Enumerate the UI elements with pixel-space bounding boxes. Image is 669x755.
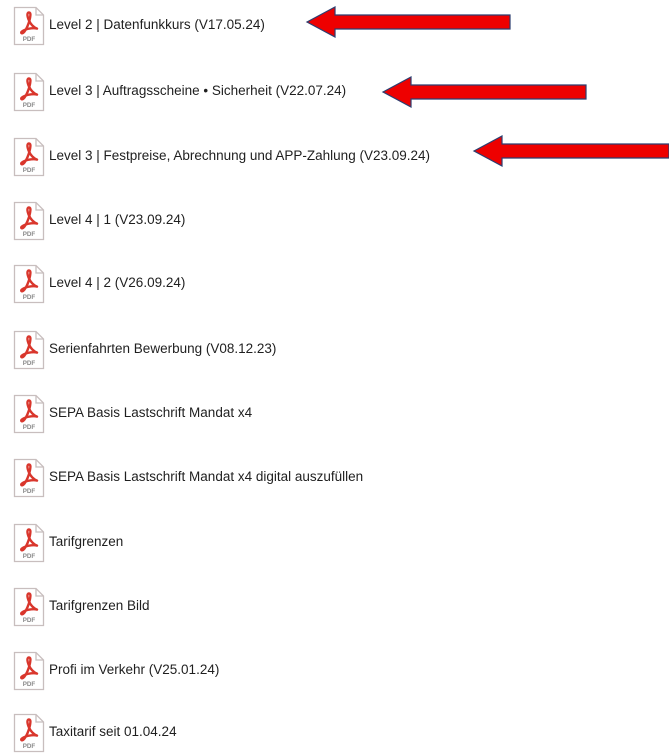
pdf-file-icon: PDF [13,6,45,46]
pdf-badge-text: PDF [23,553,36,560]
file-label[interactable]: SEPA Basis Lastschrift Mandat x4 [49,405,252,420]
file-label[interactable]: Tarifgrenzen Bild [49,598,150,613]
file-label[interactable]: Tarifgrenzen [49,534,123,549]
pdf-badge-text: PDF [23,231,36,238]
pdf-file-icon: PDF [13,523,45,563]
pdf-file-icon: PDF [13,72,45,112]
pdf-file-icon: PDF [13,264,45,304]
pdf-badge-text: PDF [23,424,36,431]
file-label[interactable]: Level 4 | 1 (V23.09.24) [49,212,185,227]
file-label[interactable]: SEPA Basis Lastschrift Mandat x4 digital… [49,469,363,484]
pdf-badge-text: PDF [23,743,36,750]
pdf-file-icon: PDF [13,587,45,627]
file-item[interactable]: PDF Level 4 | 2 (V26.09.24) [12,264,185,304]
pdf-file-icon: PDF [13,394,45,434]
file-item[interactable]: PDF Taxitarif seit 01.04.24 [12,713,177,753]
highlight-arrow-icon [381,75,587,109]
pdf-badge-text: PDF [23,617,36,624]
pdf-badge-text: PDF [23,681,36,688]
file-label[interactable]: Serienfahrten Bewerbung (V08.12.23) [49,341,276,356]
pdf-badge-text: PDF [23,102,36,109]
file-item[interactable]: PDF Tarifgrenzen Bild [12,587,150,627]
pdf-file-icon: PDF [13,713,45,753]
highlight-arrow-icon [305,5,511,39]
file-item[interactable]: PDF SEPA Basis Lastschrift Mandat x4 dig… [12,458,363,498]
file-label[interactable]: Profi im Verkehr (V25.01.24) [49,662,219,677]
file-item[interactable]: PDF Level 3 | Auftragsscheine • Sicherhe… [12,72,346,112]
file-item[interactable]: PDF Profi im Verkehr (V25.01.24) [12,651,219,691]
pdf-badge-text: PDF [23,36,36,43]
file-label[interactable]: Level 2 | Datenfunkkurs (V17.05.24) [49,17,265,32]
pdf-file-list: PDF Level 2 | Datenfunkkurs (V17.05.24) … [0,0,669,755]
pdf-badge-text: PDF [23,360,36,367]
file-item[interactable]: PDF Level 3 | Festpreise, Abrechnung und… [12,137,430,177]
pdf-badge-text: PDF [23,167,36,174]
file-item[interactable]: PDF Level 4 | 1 (V23.09.24) [12,201,185,241]
file-item[interactable]: PDF SEPA Basis Lastschrift Mandat x4 [12,394,252,434]
pdf-file-icon: PDF [13,458,45,498]
pdf-file-icon: PDF [13,651,45,691]
pdf-badge-text: PDF [23,294,36,301]
file-label[interactable]: Level 4 | 2 (V26.09.24) [49,275,185,290]
pdf-file-icon: PDF [13,201,45,241]
pdf-file-icon: PDF [13,137,45,177]
file-item[interactable]: PDF Tarifgrenzen [12,523,123,563]
file-label[interactable]: Level 3 | Festpreise, Abrechnung und APP… [49,148,430,163]
file-item[interactable]: PDF Level 2 | Datenfunkkurs (V17.05.24) [12,6,265,46]
file-label[interactable]: Taxitarif seit 01.04.24 [49,724,177,739]
highlight-arrow-icon [472,134,669,168]
pdf-badge-text: PDF [23,488,36,495]
file-item[interactable]: PDF Serienfahrten Bewerbung (V08.12.23) [12,330,276,370]
file-label[interactable]: Level 3 | Auftragsscheine • Sicherheit (… [49,83,346,98]
pdf-file-icon: PDF [13,330,45,370]
